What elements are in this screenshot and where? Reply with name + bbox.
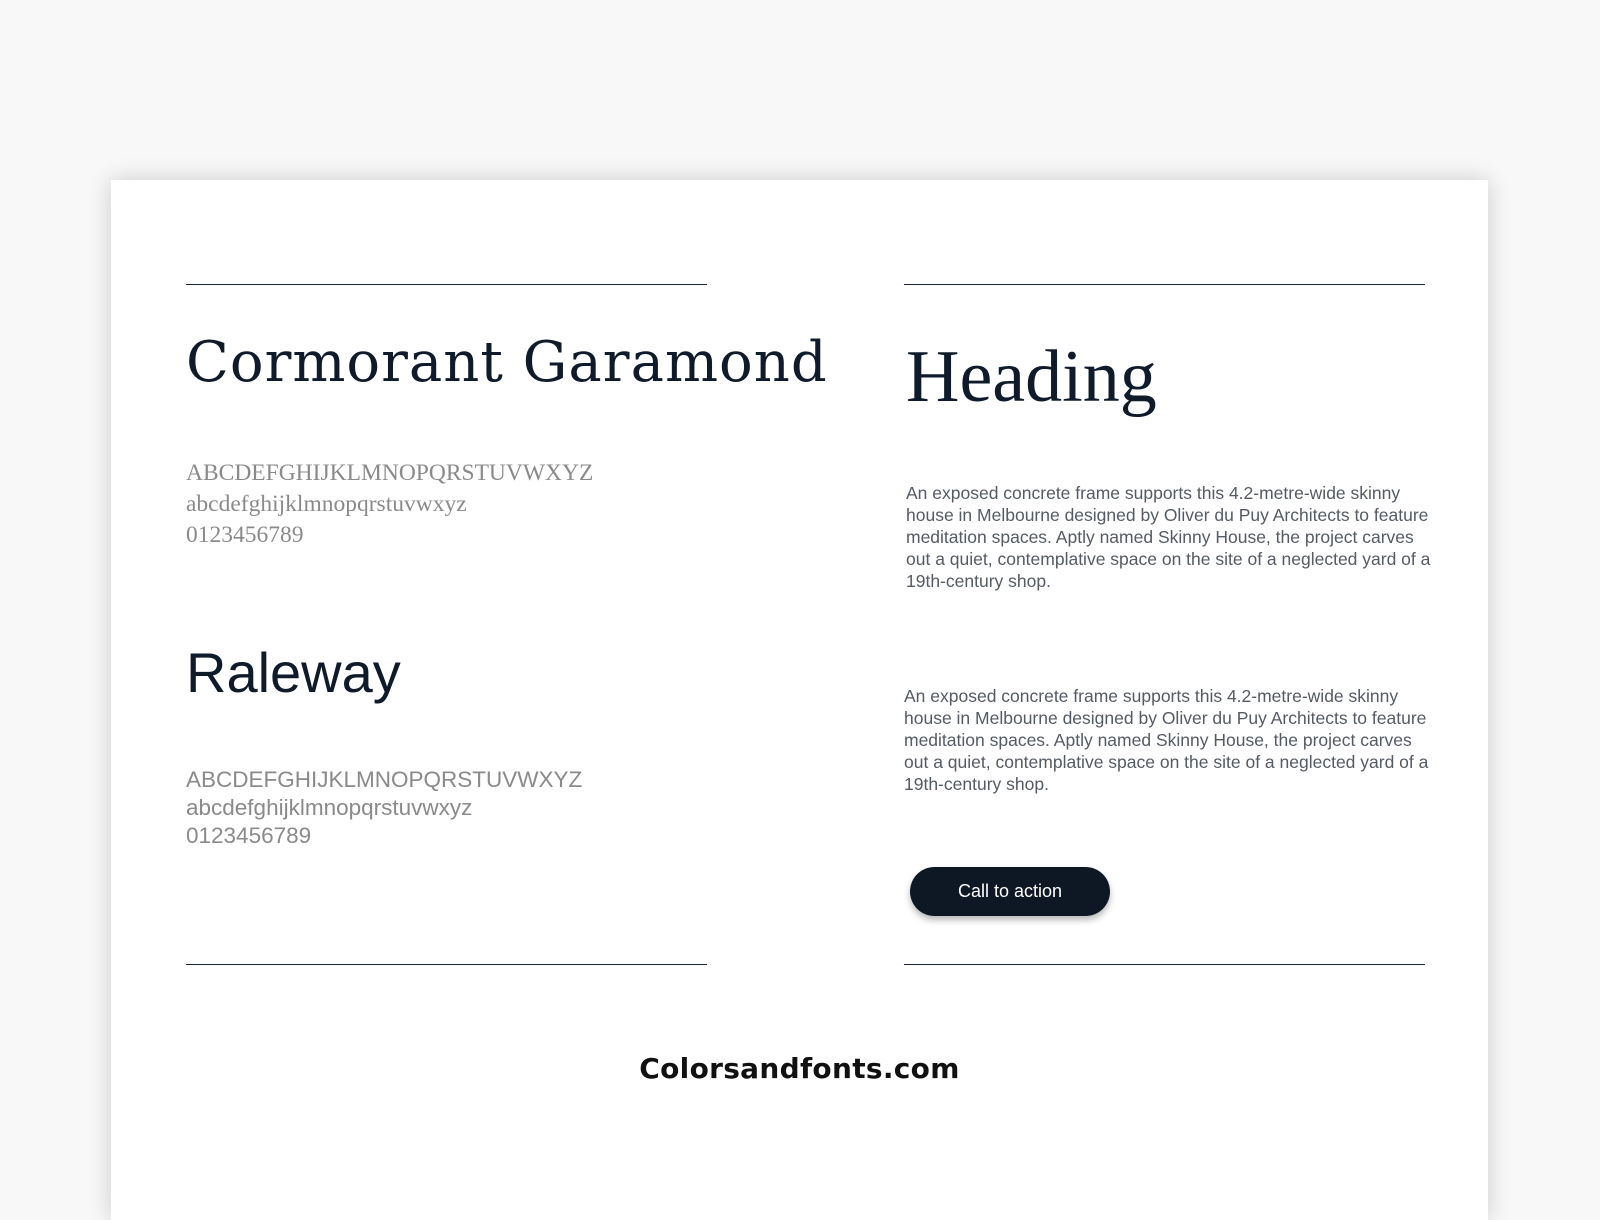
sans-lowercase: abcdefghijklmnopqrstuvwxyz [186, 795, 473, 820]
bottom-right-divider [904, 964, 1425, 965]
sans-font-name: Raleway [186, 641, 401, 704]
top-left-divider [186, 284, 707, 285]
call-to-action-button[interactable]: Call to action [910, 867, 1110, 916]
serif-lowercase: abcdefghijklmnopqrstuvwxyz [186, 491, 467, 517]
top-right-divider [904, 284, 1425, 285]
heading-sample: Heading [906, 336, 1157, 418]
font-pairing-card: Cormorant Garamond ABCDEFGHIJKLMNOPQRSTU… [111, 180, 1488, 1220]
serif-font-name: Cormorant Garamond [186, 330, 828, 395]
body-paragraph-1: An exposed concrete frame supports this … [906, 483, 1431, 591]
serif-uppercase: ABCDEFGHIJKLMNOPQRSTUVWXYZ [186, 460, 594, 486]
serif-specimen: ABCDEFGHIJKLMNOPQRSTUVWXYZ abcdefghijklm… [186, 458, 593, 551]
bottom-left-divider [186, 964, 707, 965]
serif-digits: 0123456789 [186, 522, 304, 548]
site-footer-label: Colorsandfonts.com [639, 1052, 960, 1085]
sans-uppercase: ABCDEFGHIJKLMNOPQRSTUVWXYZ [186, 767, 583, 792]
sans-specimen: ABCDEFGHIJKLMNOPQRSTUVWXYZ abcdefghijklm… [186, 766, 582, 850]
sans-digits: 0123456789 [186, 823, 312, 848]
body-paragraph-2: An exposed concrete frame supports this … [904, 686, 1429, 794]
